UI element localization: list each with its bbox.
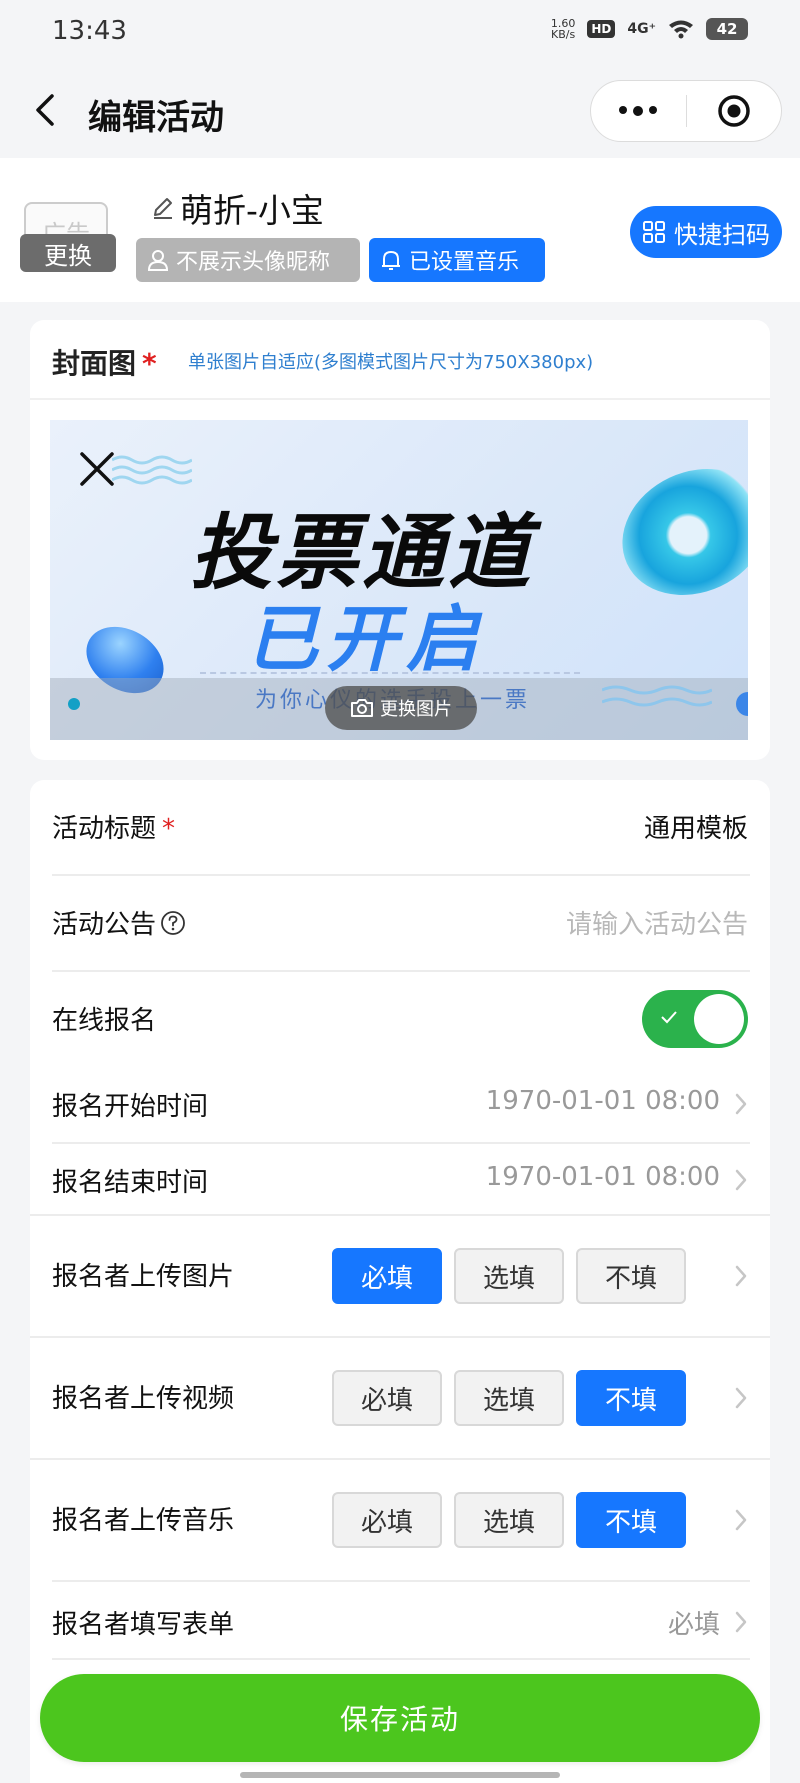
- quick-scan-label: 快捷扫码: [674, 220, 770, 249]
- upload-video-row: 报名者上传视频 必填 选填 不填: [30, 1338, 770, 1458]
- upload-music-row: 报名者上传音乐 必填 选填 不填: [30, 1460, 770, 1580]
- edit-icon: [154, 198, 172, 219]
- chevron-right-icon: [735, 1611, 747, 1633]
- upload-image-row: 报名者上传图片 必填 选填 不填: [30, 1216, 770, 1336]
- user-icon: [147, 250, 169, 271]
- signup-form-value[interactable]: 必填: [668, 1604, 720, 1641]
- close-miniprogram-button[interactable]: [686, 93, 781, 129]
- toggle-knob: [694, 994, 744, 1044]
- wave-decoration-icon: [112, 455, 192, 485]
- nav-bar: 编辑活动: [0, 64, 800, 156]
- change-avatar-button[interactable]: 更换: [20, 234, 116, 272]
- music-set-tag[interactable]: 已设置音乐: [369, 238, 545, 282]
- signup-end-time-row[interactable]: 报名结束时间 1970-01-01 08:00: [30, 1144, 770, 1220]
- check-icon: [661, 1011, 677, 1024]
- help-icon[interactable]: [160, 910, 186, 936]
- banner-divider: [200, 672, 580, 674]
- network-speed: 1.60 KB/s: [551, 18, 576, 40]
- online-signup-toggle[interactable]: [642, 990, 748, 1048]
- more-dot-icon: [649, 106, 658, 114]
- upload-video-optional-option[interactable]: 选填: [454, 1370, 564, 1426]
- music-set-label: 已设置音乐: [409, 250, 520, 275]
- upload-music-none-option[interactable]: 不填: [576, 1492, 686, 1548]
- bell-icon: [382, 250, 400, 270]
- cover-hint: 单张图片自适应(多图模式图片尺寸为750X380px): [188, 352, 594, 373]
- signup-start-time-value[interactable]: 1970-01-01 08:00: [486, 1086, 720, 1116]
- change-image-label: 更换图片: [380, 699, 452, 720]
- change-image-button[interactable]: 更换图片: [325, 686, 477, 730]
- activity-title-label: 活动标题 *: [52, 808, 175, 845]
- profile-name[interactable]: 萌折-小宝: [150, 184, 324, 232]
- activity-title-label-text: 活动标题: [52, 814, 157, 844]
- signup-start-time-label: 报名开始时间: [52, 1092, 209, 1122]
- more-options-button[interactable]: [591, 106, 686, 116]
- upload-video-none-option[interactable]: 不填: [576, 1370, 686, 1426]
- more-dot-icon: [619, 106, 628, 114]
- banner-subtitle: 已开启: [246, 597, 487, 681]
- chevron-right-icon[interactable]: [734, 1386, 748, 1410]
- upload-music-required-option[interactable]: 必填: [332, 1492, 442, 1548]
- activity-notice-row[interactable]: 活动公告 请输入活动公告: [30, 876, 770, 970]
- status-icons: 1.60 KB/s HD 4G⁺ 42: [551, 18, 748, 40]
- back-arrow-icon[interactable]: [26, 86, 66, 134]
- upload-image-required-option[interactable]: 必填: [332, 1248, 442, 1304]
- chevron-right-icon[interactable]: [734, 1264, 748, 1288]
- quick-scan-button[interactable]: 快捷扫码: [630, 206, 782, 258]
- signup-start-time-row[interactable]: 报名开始时间 1970-01-01 08:00: [30, 1066, 770, 1142]
- target-icon: [717, 95, 750, 127]
- ring-decoration: [601, 445, 748, 619]
- upload-music-label: 报名者上传音乐: [52, 1506, 235, 1536]
- chevron-right-icon[interactable]: [734, 1508, 748, 1532]
- signal-icon: 4G⁺: [627, 21, 656, 37]
- upload-video-label: 报名者上传视频: [52, 1384, 235, 1414]
- cover-image[interactable]: 投票通道 已开启 为你心仪的选手投上一票 更换图片: [50, 420, 748, 740]
- signup-end-time-label: 报名结束时间: [52, 1168, 209, 1198]
- profile-name-text: 萌折-小宝: [180, 191, 324, 230]
- cover-label: 封面图 *: [52, 342, 157, 382]
- activity-title-value[interactable]: 通用模板: [644, 808, 748, 845]
- signup-form-row[interactable]: 报名者填写表单 必填: [30, 1582, 770, 1658]
- chevron-right-icon: [735, 1169, 747, 1191]
- cover-label-text: 封面图: [52, 347, 137, 380]
- page-title: 编辑活动: [88, 98, 224, 138]
- activity-notice-label-text: 活动公告: [52, 910, 157, 940]
- cover-card: 封面图 * 单张图片自适应(多图模式图片尺寸为750X380px) 投票通道 已开…: [30, 320, 770, 760]
- camera-icon: [351, 699, 373, 717]
- profile-header: 广告 更换 萌折-小宝 不展示头像昵称 已设置音乐 快捷扫码: [0, 158, 800, 302]
- more-dot-icon: [633, 106, 644, 116]
- activity-notice-input[interactable]: 请输入活动公告: [566, 904, 748, 941]
- hd-icon: HD: [587, 20, 616, 38]
- dot-decoration: [68, 698, 80, 710]
- divider: [52, 1658, 750, 1660]
- hide-avatar-nickname-tag[interactable]: 不展示头像昵称: [136, 238, 360, 282]
- status-bar: 13:43 1.60 KB/s HD 4G⁺ 42: [0, 0, 800, 64]
- online-signup-label: 在线报名: [52, 1006, 157, 1036]
- chevron-right-icon: [735, 1093, 747, 1115]
- upload-image-label: 报名者上传图片: [52, 1262, 235, 1292]
- network-speed-unit: KB/s: [551, 28, 576, 41]
- signup-form-label: 报名者填写表单: [52, 1610, 235, 1640]
- grid-icon: [643, 221, 665, 243]
- wifi-icon: [669, 20, 693, 39]
- online-signup-row: 在线报名: [30, 972, 770, 1066]
- battery-icon: 42: [706, 18, 748, 40]
- upload-music-optional-option[interactable]: 选填: [454, 1492, 564, 1548]
- save-activity-button[interactable]: 保存活动: [40, 1674, 760, 1762]
- hide-avatar-label: 不展示头像昵称: [176, 250, 331, 275]
- signup-end-time-value[interactable]: 1970-01-01 08:00: [486, 1162, 720, 1192]
- upload-image-none-option[interactable]: 不填: [576, 1248, 686, 1304]
- required-mark: *: [142, 347, 157, 380]
- cover-header: 封面图 * 单张图片自适应(多图模式图片尺寸为750X380px): [30, 320, 770, 400]
- home-indicator[interactable]: [240, 1772, 560, 1778]
- upload-video-required-option[interactable]: 必填: [332, 1370, 442, 1426]
- wave-decoration-icon: [602, 685, 712, 707]
- upload-image-optional-option[interactable]: 选填: [454, 1248, 564, 1304]
- required-mark: *: [162, 814, 176, 844]
- miniprogram-capsule: [590, 80, 782, 142]
- form-card: 活动标题 * 通用模板 活动公告 请输入活动公告 在线报名 报名开始时间 1970…: [30, 780, 770, 1783]
- activity-notice-label: 活动公告: [52, 904, 186, 941]
- activity-title-row[interactable]: 活动标题 * 通用模板: [30, 780, 770, 874]
- status-time: 13:43: [52, 16, 127, 46]
